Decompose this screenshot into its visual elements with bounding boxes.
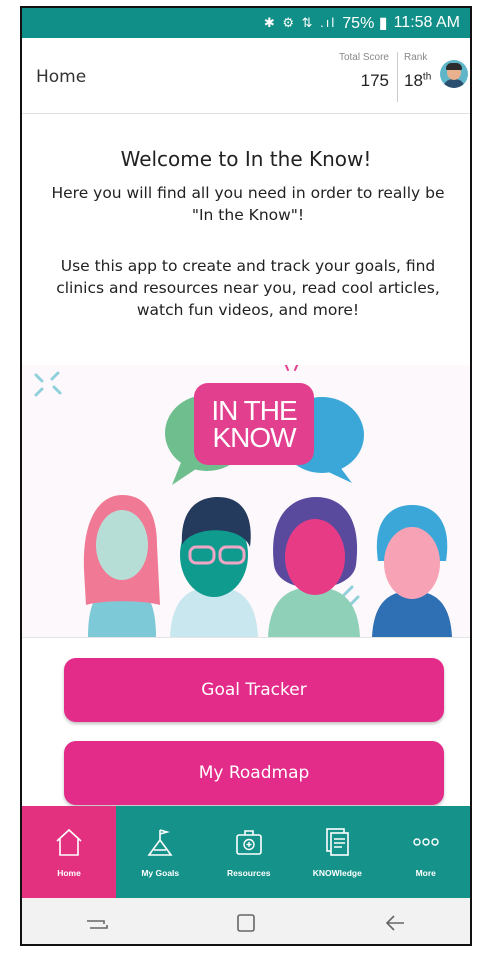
back-icon[interactable] — [382, 911, 408, 935]
nav-label-more: More — [415, 868, 436, 878]
bottom-nav: Home My Goals Resources KNOWledge More — [22, 806, 470, 898]
nav-item-resources[interactable]: Resources — [205, 806, 294, 898]
home-button-icon[interactable] — [233, 911, 259, 935]
nav-item-more[interactable]: More — [382, 806, 471, 898]
status-icons: ✱ ⚙ ⇅ .ıl — [263, 15, 337, 30]
battery-level: 75% ▮ — [342, 15, 388, 32]
status-bar: ✱ ⚙ ⇅ .ıl 75% ▮ 11:58 AM — [22, 8, 470, 38]
welcome-intro: Here you will find all you need in order… — [51, 184, 445, 224]
rank-value: 18th — [404, 71, 432, 90]
nav-label-my-goals: My Goals — [141, 868, 180, 878]
phone-screen: ✱ ⚙ ⇅ .ıl 75% ▮ 11:58 AM Home Total Scor… — [20, 6, 472, 946]
screenshot-frame: ✱ ⚙ ⇅ .ıl 75% ▮ 11:58 AM Home Total Scor… — [0, 0, 490, 953]
total-score-value: 175 — [360, 71, 389, 90]
page-title: Home — [36, 67, 87, 87]
app-header: Home Total Score 175 Rank 18th — [22, 38, 470, 114]
home-icon — [56, 828, 82, 856]
rank: Rank 18th — [400, 52, 438, 102]
nav-label-resources: Resources — [227, 868, 271, 878]
nav-item-knowledge[interactable]: KNOWledge — [293, 806, 382, 898]
avatar[interactable] — [440, 60, 468, 88]
nav-label-knowledge: KNOWledge — [312, 868, 362, 878]
documents-icon — [326, 828, 350, 856]
clock: 11:58 AM — [393, 14, 460, 31]
in-the-know-illustration: IN THE KNOW — [22, 365, 470, 637]
my-roadmap-button[interactable]: My Roadmap — [64, 741, 444, 805]
goal-tracker-button[interactable]: Goal Tracker — [64, 658, 444, 722]
main-content: Welcome to In the Know! Here you will fi… — [22, 115, 470, 805]
flag-mountain-icon — [147, 829, 173, 856]
system-nav-bar — [22, 898, 470, 944]
total-score: Total Score 175 — [316, 52, 398, 102]
recent-apps-icon[interactable] — [84, 911, 110, 935]
welcome-title: Welcome to In the Know! — [120, 147, 372, 171]
logo-text: IN THE KNOW — [211, 395, 297, 453]
divider — [22, 637, 470, 638]
nav-item-home[interactable]: Home — [22, 806, 116, 898]
nav-label-home: Home — [57, 868, 81, 878]
nav-item-my-goals[interactable]: My Goals — [116, 806, 205, 898]
more-dots-icon — [413, 838, 439, 846]
total-score-label: Total Score — [338, 52, 389, 63]
first-aid-kit-icon — [235, 830, 262, 855]
rank-label: Rank — [404, 52, 428, 63]
welcome-description: Use this app to create and track your go… — [56, 257, 440, 319]
battery-icon: ▮ — [378, 15, 388, 32]
